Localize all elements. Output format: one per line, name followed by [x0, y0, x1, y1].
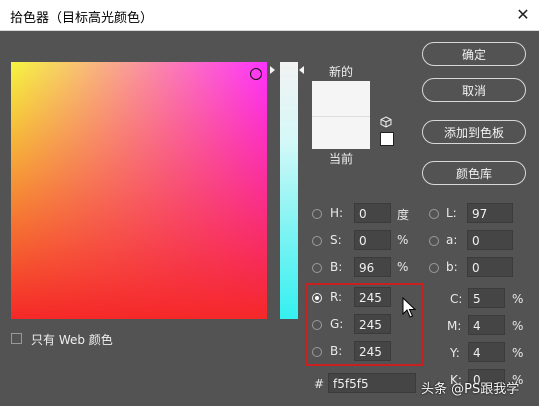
web-colors-only-checkbox[interactable]	[11, 333, 22, 344]
brightness-input[interactable]: 96	[354, 257, 391, 277]
brightness-unit: %	[397, 260, 409, 274]
ok-button[interactable]: 确定	[422, 42, 526, 66]
lab-a-input[interactable]: 0	[467, 230, 513, 250]
color-slider-strip[interactable]	[280, 62, 298, 319]
new-color-swatch	[312, 81, 370, 116]
saturation-brightness-field[interactable]	[11, 62, 267, 319]
slider-left-arrow-icon[interactable]	[270, 66, 275, 74]
brightness-label: B:	[330, 260, 343, 274]
lab-l-input[interactable]: 97	[467, 203, 513, 223]
cube-icon[interactable]	[380, 116, 392, 128]
title-bar: 拾色器（目标高光颜色） ✕	[0, 0, 539, 31]
saturation-unit: %	[397, 233, 409, 247]
hex-label: #	[314, 377, 325, 391]
magenta-label: M:	[447, 319, 462, 333]
magenta-unit: %	[512, 319, 524, 333]
cyan-unit: %	[512, 292, 524, 306]
lab-l-label: L:	[446, 206, 457, 220]
saturation-label: S:	[330, 233, 342, 247]
hue-label: H:	[330, 206, 344, 220]
yellow-input[interactable]: 4	[468, 342, 505, 362]
mouse-pointer-icon	[402, 297, 416, 318]
cancel-button[interactable]: 取消	[422, 78, 526, 102]
magenta-input[interactable]: 4	[468, 315, 505, 335]
close-icon[interactable]: ✕	[510, 3, 536, 27]
watermark-text: 头条 @PS跟我学	[421, 382, 520, 397]
web-colors-only-label: 只有 Web 颜色	[31, 333, 113, 347]
highlight-rectangle	[305, 283, 424, 366]
radio-saturation[interactable]	[312, 236, 322, 246]
yellow-unit: %	[512, 346, 524, 360]
slider-right-arrow-icon[interactable]	[299, 66, 304, 74]
cyan-label: C:	[450, 292, 463, 306]
current-color-label: 当前	[329, 152, 354, 166]
yellow-label: Y:	[450, 346, 460, 360]
radio-lightness[interactable]	[429, 209, 439, 219]
color-field-cursor[interactable]	[250, 68, 262, 80]
radio-brightness[interactable]	[312, 263, 322, 273]
lab-b-label: b:	[446, 260, 458, 274]
add-to-swatches-button[interactable]: 添加到色板	[422, 120, 526, 144]
lab-b-input[interactable]: 0	[467, 257, 513, 277]
window-title: 拾色器（目标高光颜色）	[10, 11, 154, 26]
color-libraries-button[interactable]: 颜色库	[422, 161, 526, 185]
current-color-swatch[interactable]	[312, 116, 370, 149]
radio-lab-a[interactable]	[429, 236, 439, 246]
hue-input[interactable]: 0	[354, 203, 391, 223]
lab-a-label: a:	[446, 233, 458, 247]
radio-hue[interactable]	[312, 209, 322, 219]
hex-input[interactable]: f5f5f5	[328, 373, 416, 393]
hue-unit: 度	[397, 208, 410, 222]
new-color-label: 新的	[329, 65, 354, 79]
web-safe-swatch[interactable]	[380, 132, 394, 146]
cyan-input[interactable]: 5	[468, 288, 505, 308]
saturation-input[interactable]: 0	[354, 230, 391, 250]
radio-lab-b[interactable]	[429, 263, 439, 273]
